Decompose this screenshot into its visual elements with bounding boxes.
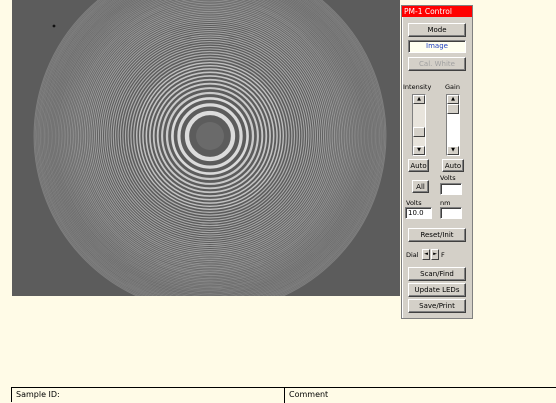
nm-label: nm <box>440 199 451 207</box>
volts-field-right[interactable] <box>440 183 462 195</box>
save-print-button[interactable]: Save/Print <box>408 299 466 313</box>
update-leds-button[interactable]: Update LEDs <box>408 283 466 297</box>
dial-left-arrow-icon[interactable]: ◄ <box>422 249 430 260</box>
intensity-up-icon[interactable]: ▲ <box>413 95 425 104</box>
gain-slider[interactable]: ▲ ▼ <box>446 94 460 156</box>
fringe-center <box>196 122 224 150</box>
scan-find-button[interactable]: Scan/Find <box>408 267 466 281</box>
mode-button[interactable]: Mode <box>408 23 466 37</box>
intensity-slider-thumb[interactable] <box>413 127 425 137</box>
gain-slider-thumb[interactable] <box>447 104 459 114</box>
gain-label: Gain <box>445 83 460 91</box>
auto-intensity-button[interactable]: Auto <box>408 159 429 172</box>
reset-init-button[interactable]: Reset/Init <box>408 228 466 242</box>
nm-field[interactable] <box>440 207 462 219</box>
intensity-slider[interactable]: ▲ ▼ <box>412 94 426 156</box>
auto-gain-button[interactable]: Auto <box>442 159 464 172</box>
mode-value-field[interactable]: Image <box>408 40 466 53</box>
panel-title: PM-1 Control <box>402 6 472 17</box>
gain-up-icon[interactable]: ▲ <box>447 95 459 104</box>
gain-down-icon[interactable]: ▼ <box>447 146 459 155</box>
footer-table: Sample ID: Comment <box>11 387 556 403</box>
comment-label: Comment <box>289 390 329 399</box>
all-button[interactable]: All <box>412 180 429 193</box>
volts-label-left: Volts <box>406 199 422 207</box>
intensity-down-icon[interactable]: ▼ <box>413 146 425 155</box>
sample-id-label: Sample ID: <box>16 390 60 399</box>
intensity-label: Intensity <box>403 83 432 91</box>
dial-right-arrow-icon[interactable]: ► <box>431 249 439 260</box>
newton-rings-pattern <box>12 0 400 296</box>
cal-white-button[interactable]: Cal. White <box>408 57 466 71</box>
footer-divider <box>284 388 285 403</box>
dial-suffix: F <box>441 251 445 259</box>
dial-label: Dial <box>406 251 419 259</box>
volts-label-right: Volts <box>440 174 456 182</box>
interference-fringe-image <box>12 0 400 296</box>
volts-field-left[interactable]: 10.0 <box>405 207 432 219</box>
control-panel: PM-1 Control Mode Image Cal. White Inten… <box>401 5 473 319</box>
dust-speck <box>52 24 56 28</box>
